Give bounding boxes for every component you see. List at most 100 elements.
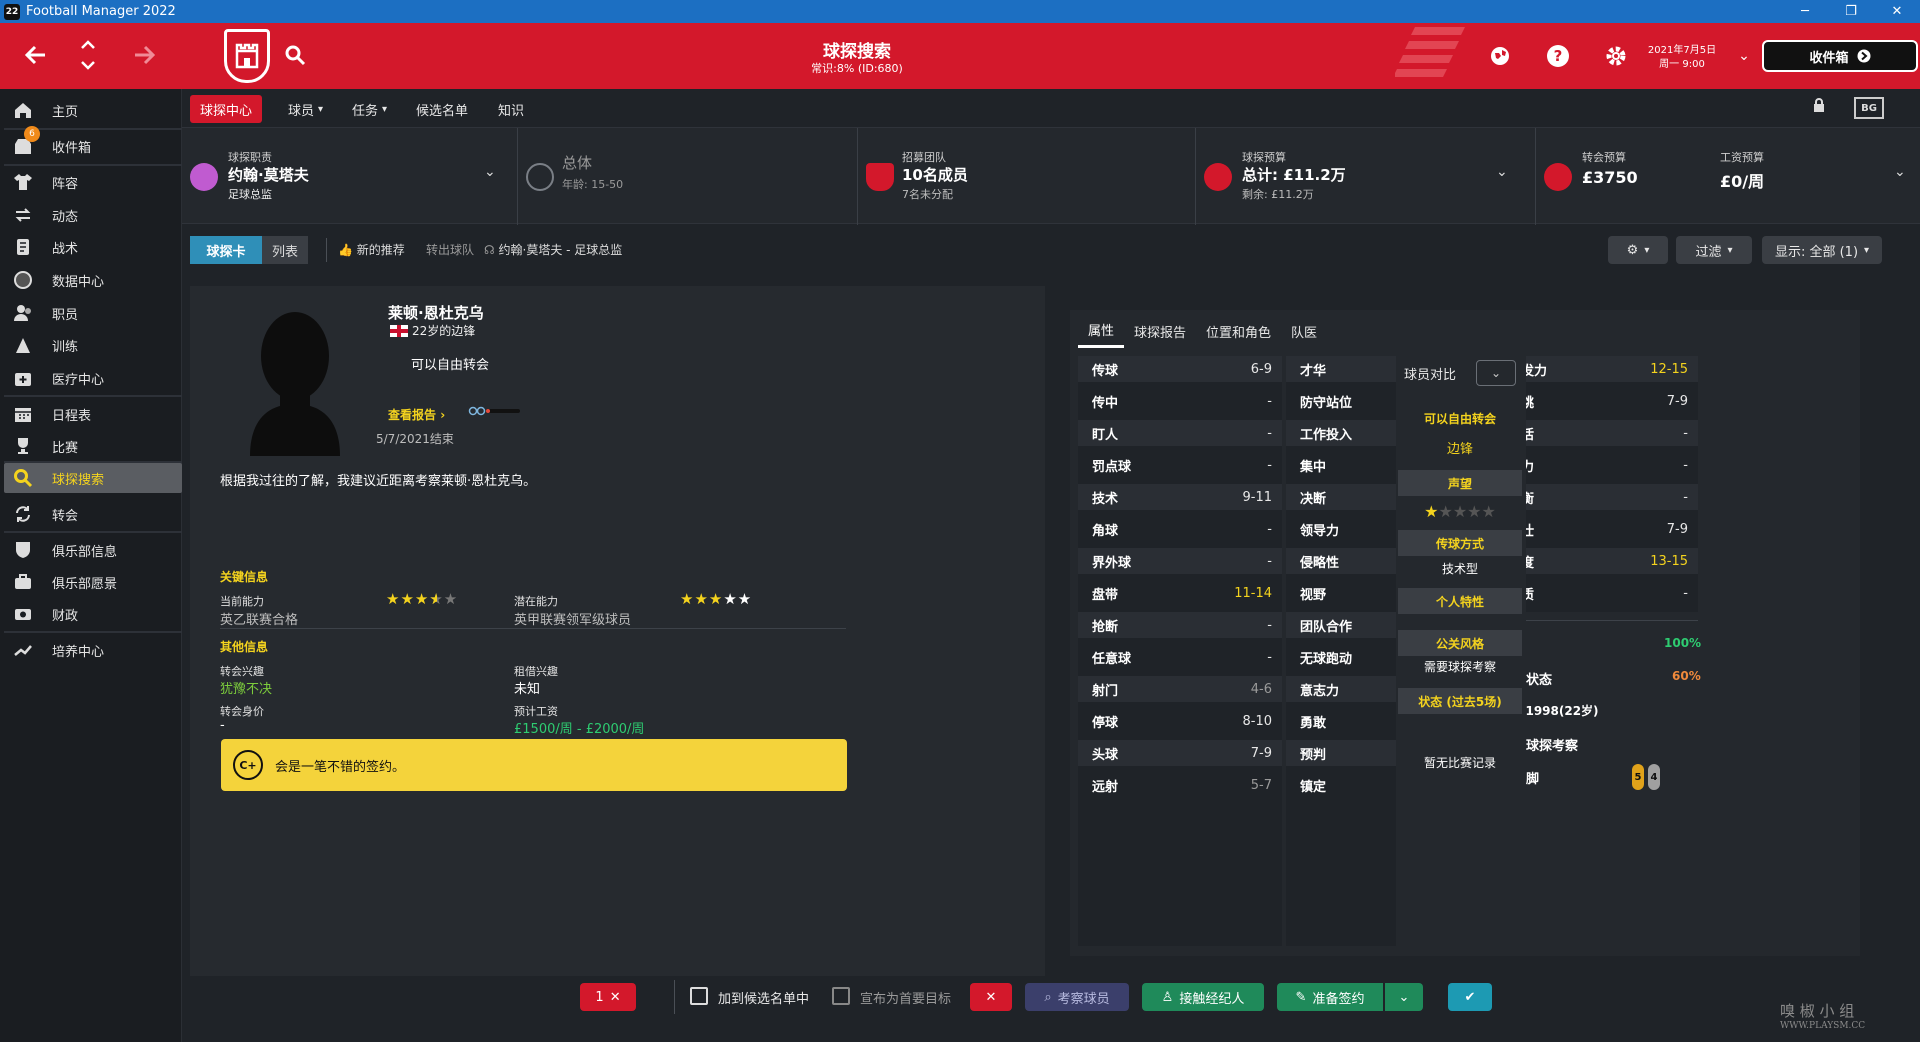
tab-players[interactable]: 球员 ▾ [278,95,333,123]
attribute-name: 镇定 [1300,779,1327,795]
filter-dropdown[interactable]: 过滤 ▾ [1676,236,1752,264]
chevron-down-icon[interactable]: ⌄ [484,164,496,180]
player-name[interactable]: 莱顿·恩杜克乌 [388,302,484,323]
sidebar-item-transfers[interactable]: 转会 [4,499,182,529]
sidebar-item-inbox[interactable]: 6 收件箱 [4,126,182,161]
settings-gear-icon[interactable] [1604,44,1628,68]
transfer-budget-panel[interactable]: 转会预算 £3750 工资预算 £0/周 ⌄ [1536,128,1920,225]
view-report-link[interactable]: 查看报告 › [388,406,445,423]
team-value: 10名成员 [902,166,968,184]
scouting-budget-panel[interactable]: 球探预算 总计: £11.2万 剩余: £11.2万 ⌄ [1196,128,1536,225]
globe-icon[interactable] [1488,44,1512,68]
current-ability-value: 英乙联赛合格 [220,613,299,628]
form-header: 状态 (过去5场) [1398,688,1522,714]
new-recommendation-button[interactable]: 👍 新的推荐 [338,241,405,258]
background-toggle-icon[interactable]: BG [1854,97,1884,119]
shortlist-label: 加到候选名单中 [718,992,810,1007]
sidebar-item-dynamics[interactable]: 动态 [4,200,182,230]
attribute-row[interactable]: 盘带 11-14 [1078,580,1282,606]
settings-dropdown[interactable]: ⚙ ▾ [1608,236,1668,264]
sidebar-item-club-info[interactable]: 俱乐部信息 [4,535,182,565]
confirm-button[interactable]: ✔ [1448,983,1492,1011]
sidebar-item-tactics[interactable]: 战术 [4,232,182,262]
filter-label: 过滤 [1695,244,1722,260]
attribute-row[interactable]: 角球 - [1078,516,1282,542]
attribute-name: 预判 [1300,747,1327,763]
sidebar-item-development[interactable]: 培养中心 [4,635,182,665]
tab-list[interactable]: 列表 [262,236,308,264]
sidebar-item-data-hub[interactable]: 数据中心 [4,265,182,295]
close-icon: ✕ [609,989,621,1005]
sidebar-item-competitions[interactable]: 比赛 [4,431,182,461]
chevron-down-icon: ▾ [382,103,388,115]
sidebar-item-squad[interactable]: 阵容 [4,167,182,197]
attribute-name: 决断 [1300,491,1327,507]
tab-positions-roles[interactable]: 位置和角色 [1196,314,1281,348]
attribute-row[interactable]: 技术 9-11 [1078,484,1282,510]
scout-responsibility-panel[interactable]: 球探职责 约翰·莫塔夫 足球总监 ⌄ [182,128,518,225]
sidebar-item-club-vision[interactable]: 俱乐部愿景 [4,567,182,597]
attribute-row[interactable]: 任意球 - [1078,644,1282,670]
tab-scout-report[interactable]: 球探报告 [1124,314,1196,348]
attribute-row[interactable]: 盯人 - [1078,420,1282,446]
traits-header[interactable]: 个人特性 [1398,588,1522,614]
attribute-row[interactable]: 传中 - [1078,388,1282,414]
prepare-signing-button[interactable]: ✎ 准备签约 [1277,983,1383,1011]
attribute-row[interactable]: 界外球 - [1078,548,1282,574]
remove-count-button[interactable]: 1 ✕ [580,983,636,1011]
chevron-down-icon[interactable]: ⌄ [1496,164,1508,180]
tab-knowledge[interactable]: 知识 [488,95,534,123]
attribute-row[interactable]: 抢断 - [1078,612,1282,638]
sidebar-item-home[interactable]: 主页 [4,95,182,125]
sidebar-item-medical[interactable]: 医疗中心 [4,363,182,393]
attribute-name: 才华 [1300,363,1327,379]
search-icon: ⌕ [1044,989,1052,1005]
tab-medical[interactable]: 队医 [1281,314,1327,348]
sidebar-item-label: 战术 [52,241,79,257]
sidebar-item-label: 训练 [52,339,79,355]
inbox-continue-button[interactable]: 收件箱 [1762,40,1918,72]
passing-style-value: 技术型 [1441,562,1478,576]
tab-scout-card[interactable]: 球探卡 [190,236,262,264]
tab-attributes[interactable]: 属性 [1078,314,1125,348]
signing-options-dropdown[interactable]: ⌄ [1385,983,1423,1011]
attribute-row[interactable]: 头球 7-9 [1078,740,1282,766]
chevron-down-icon[interactable]: ⌄ [1894,164,1906,180]
attribute-name: 集中 [1300,459,1327,475]
home-icon [12,99,34,121]
sidebar-item-staff[interactable]: 职员 [4,298,182,328]
main-header: 球探搜索 常识:8% (ID:680) ? 2021年7月5日 周一 9:00 … [0,23,1920,89]
attribute-row[interactable]: 罚点球 - [1078,452,1282,478]
tab-scouting-centre[interactable]: 球探中心 [190,95,263,123]
compare-dropdown[interactable]: ⌄ [1476,360,1516,386]
tab-shortlist[interactable]: 候选名单 [406,95,478,123]
england-flag-icon [390,324,408,337]
sidebar-item-finances[interactable]: 财政 [4,599,182,629]
compare-label: 球员对比 [1404,368,1457,383]
priority-target-checkbox[interactable] [832,987,850,1005]
attribute-row[interactable]: 停球 8-10 [1078,708,1282,734]
condition-value: 100% [1664,636,1702,650]
dismiss-button[interactable]: ✕ [970,983,1012,1011]
chevron-down-icon[interactable]: ⌄ [1732,44,1756,68]
help-icon[interactable]: ? [1546,44,1570,68]
recruitment-team-panel[interactable]: 招募团队 10名成员 7名未分配 [858,128,1196,225]
restore-button[interactable]: ❐ [1828,0,1874,23]
scout-player-button[interactable]: ⌕ 考察球员 [1025,983,1129,1011]
contact-agent-button[interactable]: ♙ 接触经纪人 [1142,983,1264,1011]
sidebar-item-label: 比赛 [52,440,79,456]
attribute-row[interactable]: 传球 6-9 [1078,356,1282,382]
minimize-button[interactable]: ─ [1782,0,1828,23]
player-description: 22岁的边锋 [412,324,476,338]
scouting-info-strip: 球探职责 约翰·莫塔夫 足球总监 ⌄ 总体 年龄: 15-50 招募团队 10名… [182,127,1920,225]
sidebar-item-training[interactable]: 训练 [4,330,182,360]
shortlist-checkbox[interactable] [690,987,708,1005]
sidebar-item-schedule[interactable]: 日程表 [4,399,182,429]
display-dropdown[interactable]: 显示: 全部 (1) ▾ [1762,236,1882,264]
tab-assignments[interactable]: 任务 ▾ [342,95,397,123]
lock-icon[interactable] [1812,98,1826,116]
attribute-row[interactable]: 射门 4-6 [1078,676,1282,702]
sidebar-item-scouting[interactable]: 球探搜索 [4,463,182,493]
attribute-row[interactable]: 远射 5-7 [1078,772,1282,798]
close-button[interactable]: ✕ [1874,0,1920,23]
